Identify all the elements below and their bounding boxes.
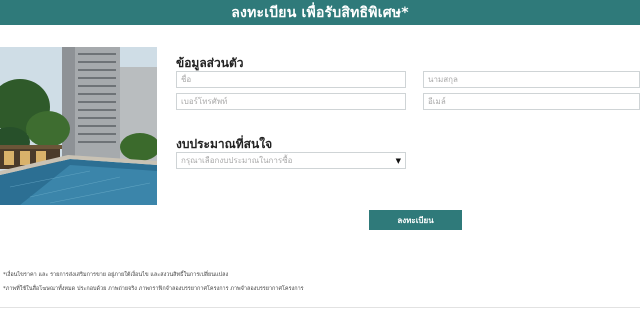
budget-select[interactable]: กรุณาเลือกงบประมาณในการซื้อ ▼ (176, 152, 406, 169)
header-title: ลงทะเบียน เพื่อรับสิทธิพิเศษ* (231, 4, 409, 21)
footer-divider (0, 307, 640, 308)
page-header: ลงทะเบียน เพื่อรับสิทธิพิเศษ* (0, 0, 640, 25)
disclaimer-line: *เงื่อนไขราคา และ รายการส่งเสริมการขาย อ… (3, 272, 229, 278)
register-button[interactable]: ลงทะเบียน (369, 210, 462, 230)
project-photo (0, 47, 157, 205)
phone-input[interactable] (176, 93, 406, 110)
chevron-down-icon: ▼ (395, 156, 401, 165)
budget-select-value: กรุณาเลือกงบประมาณในการซื้อ (181, 156, 293, 165)
first-name-input[interactable] (176, 71, 406, 88)
disclaimer-line: *ภาพที่ใช้ในสื่อโฆษณาทั้งหมด ประกอบด้วย … (3, 286, 304, 292)
disclaimer-notes: *เงื่อนไขราคา และ รายการส่งเสริมการขาย อ… (3, 268, 633, 296)
email-input[interactable] (423, 93, 640, 110)
last-name-input[interactable] (423, 71, 640, 88)
register-button-label: ลงทะเบียน (397, 215, 434, 225)
